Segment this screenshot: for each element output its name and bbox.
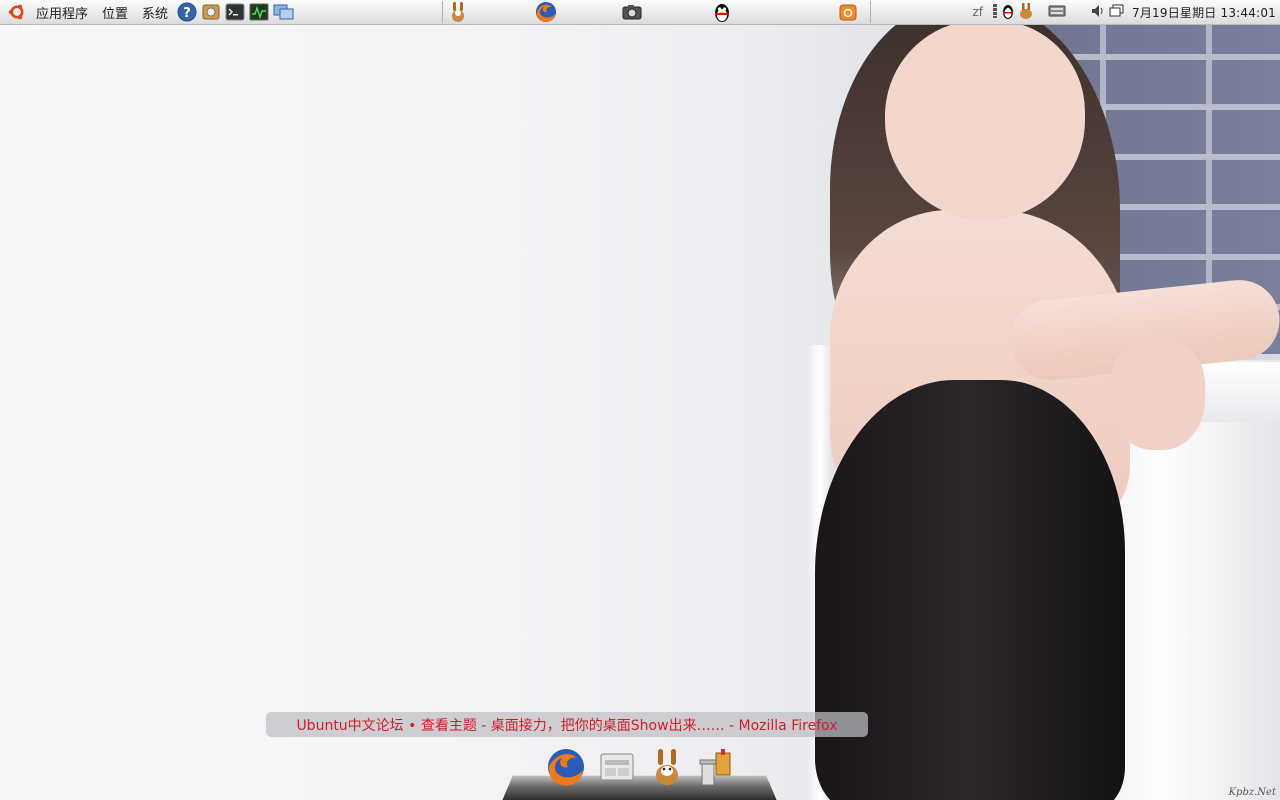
dock [502, 749, 777, 800]
panel-clock[interactable]: 7月19日星期日 13:44:01 [1132, 4, 1276, 21]
panel-separator [870, 1, 871, 23]
task-qq[interactable] [710, 0, 734, 24]
ubuntu-logo-icon[interactable] [8, 3, 26, 21]
desktop: 应用程序 位置 系统 ? zf 7月19日星期日 13:44:01 Ubuntu… [0, 0, 1280, 800]
dock-item-amule[interactable] [647, 747, 687, 787]
wallpaper-hand [1110, 340, 1205, 450]
package-icon[interactable] [837, 1, 859, 23]
qq-tray-icon[interactable] [1001, 2, 1015, 23]
panel-separator [442, 1, 443, 23]
window-list-icon[interactable] [1109, 4, 1125, 21]
dock-item-firefox[interactable] [546, 747, 586, 787]
file-manager-icon [600, 753, 634, 781]
keyboard-icon[interactable] [1048, 4, 1066, 21]
dock-item-file-manager[interactable] [597, 747, 637, 787]
firefox-icon[interactable] [535, 1, 557, 23]
wallpaper-dress [815, 380, 1125, 800]
amule-tray-icon[interactable] [1018, 2, 1034, 23]
task-amule[interactable] [446, 0, 470, 24]
camera-icon[interactable] [621, 1, 643, 23]
qq-penguin-icon[interactable] [711, 1, 733, 23]
dock-window-title: Ubuntu中文论坛 • 查看主题 - 桌面接力，把你的桌面Show出来…… -… [266, 712, 868, 737]
firefox-icon [548, 749, 584, 786]
system-monitor-icon[interactable] [248, 1, 270, 23]
tray-username[interactable]: zf [972, 5, 983, 19]
dock-item-trash[interactable] [694, 747, 734, 787]
trash-icon [699, 749, 731, 786]
task-package[interactable] [836, 0, 860, 24]
svg-text:?: ? [183, 6, 191, 21]
system-tray: zf 7月19日星期日 13:44:01 [972, 0, 1280, 24]
menu-applications[interactable]: 应用程序 [29, 0, 95, 24]
menu-places[interactable]: 位置 [95, 0, 135, 24]
system-settings-icon[interactable] [200, 1, 222, 23]
amule-icon[interactable] [447, 1, 469, 23]
task-firefox[interactable] [534, 0, 558, 24]
top-panel: 应用程序 位置 系统 ? zf 7月19日星期日 13:44:01 [0, 0, 1280, 25]
volume-icon[interactable] [1090, 3, 1106, 22]
dock-shelf [502, 775, 777, 800]
terminal-icon[interactable] [224, 1, 246, 23]
help-icon[interactable]: ? [176, 1, 198, 23]
network-manager-icon[interactable] [272, 1, 294, 23]
amule-icon [656, 749, 678, 785]
watermark: Kpbz.Net [1228, 787, 1276, 798]
wallpaper-face [885, 20, 1085, 220]
task-camera[interactable] [620, 0, 644, 24]
menu-system[interactable]: 系统 [135, 0, 175, 24]
notification-icon[interactable] [992, 3, 998, 22]
